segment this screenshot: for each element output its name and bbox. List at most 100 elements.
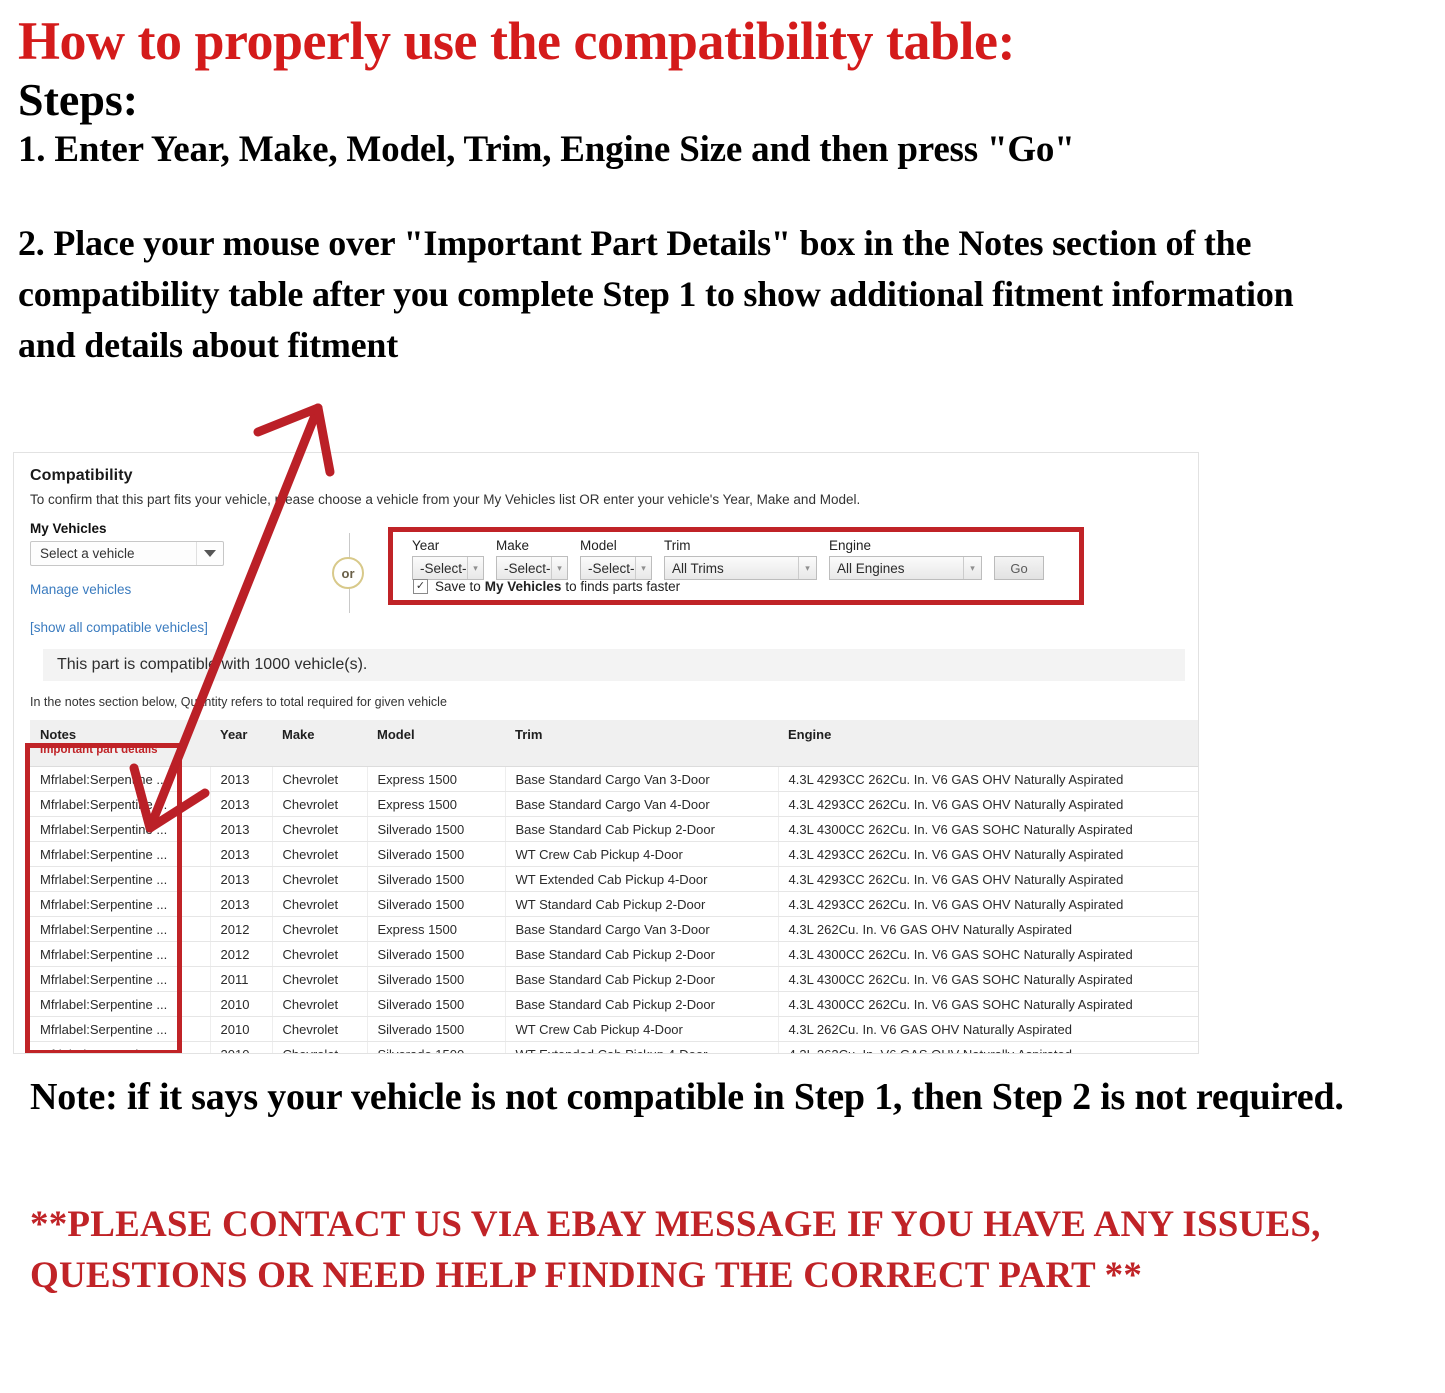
cell-make: Chevrolet [272,891,368,917]
column-header-trim[interactable]: Trim [505,720,778,767]
save-checkbox[interactable]: ✓ [413,579,428,594]
make-field: Make -Select- ▾ [496,538,568,580]
year-select[interactable]: -Select- ▾ [412,556,484,580]
my-vehicles-select[interactable]: Select a vehicle [30,541,224,566]
save-prefix-text: Save to [435,579,481,594]
go-button[interactable]: Go [994,556,1044,580]
cell-engine: 4.3L 4293CC 262Cu. In. V6 GAS OHV Natura… [778,791,1198,817]
cell-make: Chevrolet [272,816,368,842]
cell-year: 2012 [210,941,273,967]
save-suffix-text: to finds parts faster [565,579,681,594]
save-to-my-vehicles-row[interactable]: ✓ Save to My Vehicles to finds parts fas… [413,579,680,594]
instructions-block: How to properly use the compatibility ta… [18,14,1418,372]
year-label: Year [412,538,440,553]
chevron-down-icon: ▾ [963,557,981,579]
column-header-make[interactable]: Make [272,720,367,767]
cell-trim: WT Standard Cab Pickup 2-Door [505,891,779,917]
chevron-down-icon: ▾ [467,557,483,579]
cell-year: 2012 [210,916,273,942]
table-row: Mfrlabel:Serpentine ... 2010 Chevrolet Silv… [30,1041,1198,1053]
cell-year: 2013 [210,866,273,892]
make-label: Make [496,538,530,553]
table-row: Mfrlabel:Serpentine ... 2011 Chevrolet Silv… [30,966,1198,992]
cell-engine: 4.3L 4293CC 262Cu. In. V6 GAS OHV Natura… [778,766,1198,792]
column-header-engine[interactable]: Engine [778,720,1198,767]
fitment-table-body: Mfrlabel:Serpentine ... 2013 Chevrolet Expr… [30,766,1198,1053]
table-row: Mfrlabel:Serpentine ... 2010 Chevrolet Silv… [30,1016,1198,1042]
cell-notes[interactable]: Mfrlabel:Serpentine ... [30,966,211,992]
compatibility-subheading: To confirm that this part fits your vehi… [30,492,861,507]
cell-make: Chevrolet [272,916,368,942]
compatibility-panel: Compatibility To confirm that this part … [13,452,1199,1054]
or-divider-label: or [332,557,364,589]
cell-model: Silverado 1500 [367,1016,506,1042]
model-field: Model -Select- ▾ [580,538,652,580]
cell-notes[interactable]: Mfrlabel:Serpentine ... [30,1041,211,1053]
column-header-notes[interactable]: Notes Important part details [30,720,210,767]
cell-year: 2013 [210,841,273,867]
model-label: Model [580,538,617,553]
cell-notes[interactable]: Mfrlabel:Serpentine ... [30,841,211,867]
cell-notes[interactable]: Mfrlabel:Serpentine ... [30,1016,211,1042]
table-header-row: Notes Important part details Year Make M… [30,720,1198,767]
cell-year: 2013 [210,891,273,917]
cell-year: 2010 [210,1016,273,1042]
cell-model: Silverado 1500 [367,841,506,867]
cell-year: 2010 [210,991,273,1017]
cell-notes[interactable]: Mfrlabel:Serpentine ... [30,991,211,1017]
table-row: Mfrlabel:Serpentine ... 2013 Chevrolet Expr… [30,766,1198,792]
contact-text: **PLEASE CONTACT US VIA EBAY MESSAGE IF … [30,1204,1321,1296]
cell-engine: 4.3L 4300CC 262Cu. In. V6 GAS SOHC Natur… [778,816,1198,842]
step-1-text: 1. Enter Year, Make, Model, Trim, Engine… [18,129,1075,171]
engine-field: Engine All Engines ▾ [829,538,982,580]
show-all-compatible-vehicles-link[interactable]: [show all compatible vehicles] [30,620,280,635]
cell-notes[interactable]: Mfrlabel:Serpentine ... [30,916,211,942]
cell-trim: Base Standard Cab Pickup 2-Door [505,816,779,842]
cell-model: Silverado 1500 [367,1041,506,1053]
or-divider: or [330,533,370,613]
cell-notes[interactable]: Mfrlabel:Serpentine ... [30,816,211,842]
cell-make: Chevrolet [272,1016,368,1042]
table-row: Mfrlabel:Serpentine ... 2013 Chevrolet Silv… [30,866,1198,892]
cell-notes[interactable]: Mfrlabel:Serpentine ... [30,891,211,917]
manage-vehicles-link[interactable]: Manage vehicles [30,582,280,597]
cell-model: Silverado 1500 [367,866,506,892]
column-header-model[interactable]: Model [367,720,505,767]
engine-select[interactable]: All Engines ▾ [829,556,982,580]
cell-notes[interactable]: Mfrlabel:Serpentine ... [30,866,211,892]
my-vehicles-label: My Vehicles [30,521,107,536]
cell-trim: Base Standard Cab Pickup 2-Door [505,991,779,1017]
make-select[interactable]: -Select- ▾ [496,556,568,580]
trim-select[interactable]: All Trims ▾ [664,556,817,580]
step-2-text: 2. Place your mouse over "Important Part… [18,223,1294,366]
cell-year: 2010 [210,1041,273,1053]
make-select-value: -Select- [504,560,551,576]
cell-trim: WT Crew Cab Pickup 4-Door [505,1016,779,1042]
cell-notes[interactable]: Mfrlabel:Serpentine ... [30,941,211,967]
chevron-down-icon: ▾ [551,557,567,579]
cell-notes[interactable]: Mfrlabel:Serpentine ... [30,766,211,792]
cell-trim: Base Standard Cab Pickup 2-Door [505,941,779,967]
cell-model: Express 1500 [367,916,506,942]
year-field: Year -Select- ▾ [412,538,484,580]
year-select-value: -Select- [420,560,467,576]
note-text: Note: if it says your vehicle is not com… [30,1076,1344,1118]
column-header-notes-label: Notes [40,727,77,742]
table-row: Mfrlabel:Serpentine ... 2013 Chevrolet Silv… [30,816,1198,842]
cell-make: Chevrolet [272,991,368,1017]
table-row: Mfrlabel:Serpentine ... 2013 Chevrolet Expr… [30,791,1198,817]
column-header-year[interactable]: Year [210,720,272,767]
important-part-details-label[interactable]: Important part details [40,744,210,756]
table-row: Mfrlabel:Serpentine ... 2012 Chevrolet Silv… [30,941,1198,967]
cell-notes[interactable]: Mfrlabel:Serpentine ... [30,791,211,817]
engine-label: Engine [829,538,872,553]
cell-make: Chevrolet [272,866,368,892]
table-row: Mfrlabel:Serpentine ... 2012 Chevrolet Expr… [30,916,1198,942]
model-select[interactable]: -Select- ▾ [580,556,652,580]
cell-model: Silverado 1500 [367,816,506,842]
model-select-value: -Select- [588,560,635,576]
cell-trim: Base Standard Cargo Van 3-Door [505,766,779,792]
my-vehicles-column: My Vehicles Select a vehicle Manage vehi… [30,521,280,635]
trim-select-value: All Trims [672,560,724,576]
table-row: Mfrlabel:Serpentine ... 2010 Chevrolet Silv… [30,991,1198,1017]
